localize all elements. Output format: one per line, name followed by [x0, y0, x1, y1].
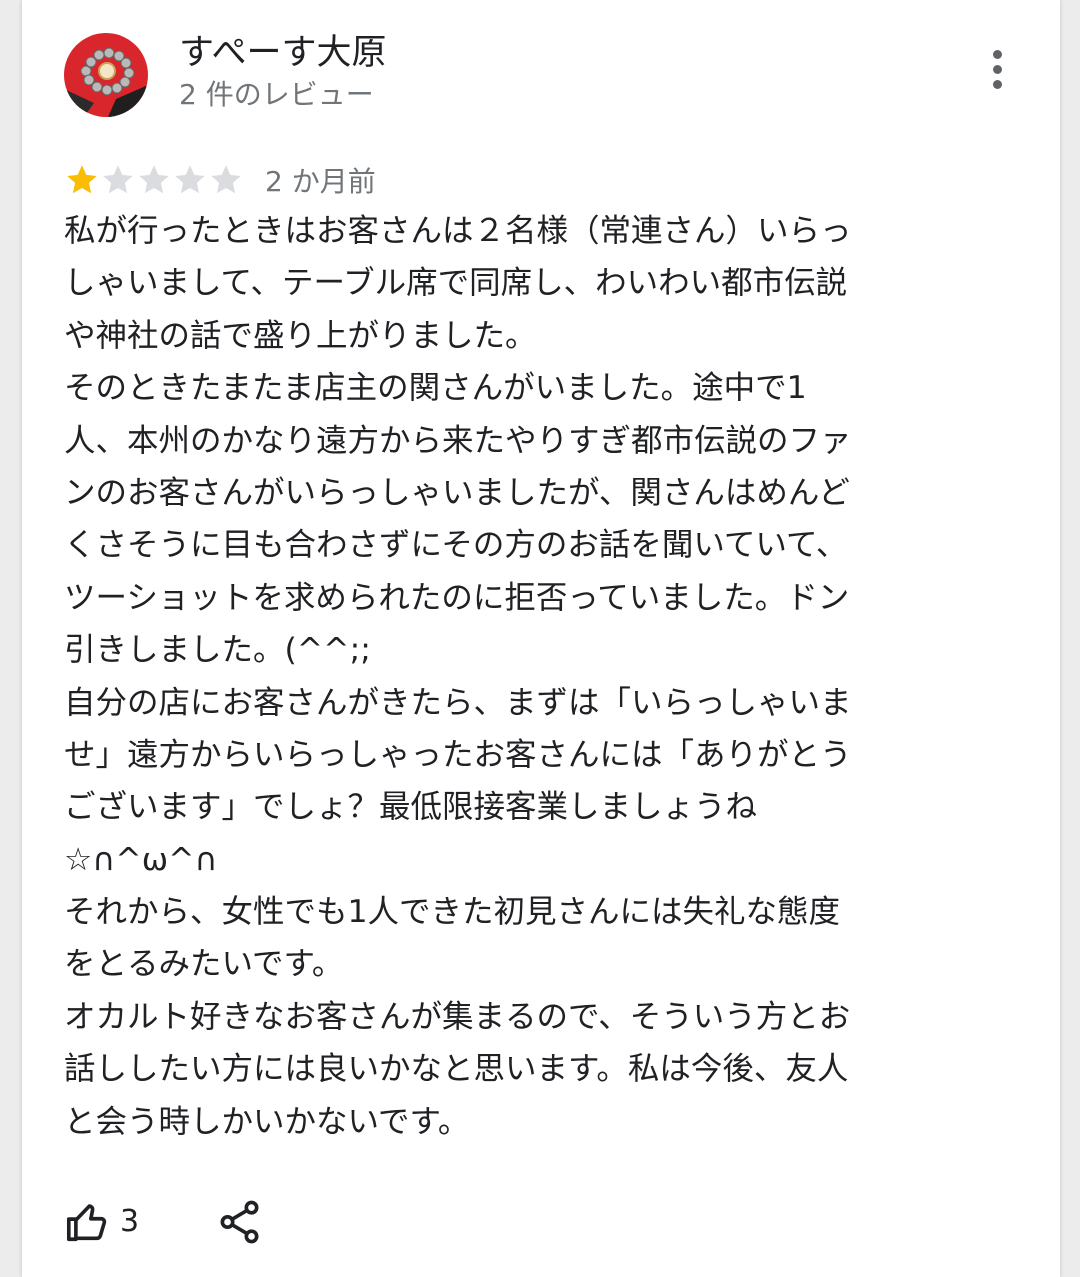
review-text-line: 自分の店にお客さんがきたら、まずは「いらっしゃいま	[64, 684, 852, 721]
more-vert-icon	[993, 50, 1002, 59]
review-text-line: それから、女性でも1人できた初見さんには失礼な態度	[64, 894, 841, 931]
star-empty-icon	[211, 165, 241, 194]
review-text-line: ツーショットを求められたのに拒否っていました。ドン	[64, 579, 850, 616]
share-icon	[220, 1200, 259, 1244]
review-text-line: ンのお客さんがいらっしゃいましたが、関さんはめんど	[64, 474, 850, 511]
star-empty-icon	[175, 165, 205, 194]
star-empty-icon	[139, 165, 169, 194]
review-text-line: しゃいまして、テーブル席で同席し、わいわい都市伝説	[64, 265, 848, 302]
review-text-line: 話ししたい方には良いかなと思います。私は今後、友人	[64, 1051, 849, 1088]
review-text-line: 引きしました。(^^;;	[64, 632, 371, 669]
star-rating	[64, 160, 244, 200]
review-text-line: をとるみたいです。	[64, 946, 344, 983]
review-text-line: や神社の話で盛り上がりました。	[64, 317, 537, 354]
review-text-line: ございます」でしょ？最低限接客業しましょうね	[64, 789, 758, 826]
review-text-line: 私が行ったときはお客さんは２名様（常連さん）いらっ	[64, 213, 852, 249]
review-text-line: くさそうに目も合わさずにその方のお話を聞いていて、	[64, 527, 848, 564]
author-review-count[interactable]: 2 件のレビュー	[179, 75, 374, 115]
more-options-button[interactable]	[972, 42, 1024, 98]
more-vert-icon-dot	[993, 80, 1002, 89]
review-text-line: オカルト好きなお客さんが集まるので、そういう方とお	[64, 998, 851, 1035]
review-text-line: ☆∩^ω^∩	[64, 841, 218, 878]
more-vert-icon-dot	[993, 65, 1002, 74]
thumb-up-icon	[66, 1204, 107, 1242]
review-card: すぺーす大原 2 件のレビュー 2 か月前 私が行ったときはお客さんは２名様（常…	[22, 0, 1060, 1277]
share-button[interactable]	[212, 1196, 268, 1250]
star-filled-icon	[67, 165, 97, 194]
author-name[interactable]: すぺーす大原	[179, 30, 387, 76]
review-text-line: 人、本州のかなり遠方から来たやりすぎ都市伝説のファ	[64, 422, 852, 459]
review-time: 2 か月前	[265, 165, 376, 198]
review-text-line: と会う時しかいかないです。	[64, 1103, 470, 1140]
like-button[interactable]: 3	[64, 1196, 174, 1250]
avatar-image	[64, 33, 148, 117]
like-count: 3	[120, 1204, 140, 1239]
avatar[interactable]	[64, 33, 148, 117]
review-text-line: せ」遠方からいらっしゃったお客さんには「ありがとう	[64, 736, 852, 773]
review-text-line: そのときたまたま店主の関さんがいました。途中で1	[64, 370, 807, 407]
star-empty-icon	[103, 165, 133, 194]
review-text: 私が行ったときはお客さんは２名様（常連さん）いらっ しゃいまして、テーブル席で同席…	[64, 205, 944, 1148]
